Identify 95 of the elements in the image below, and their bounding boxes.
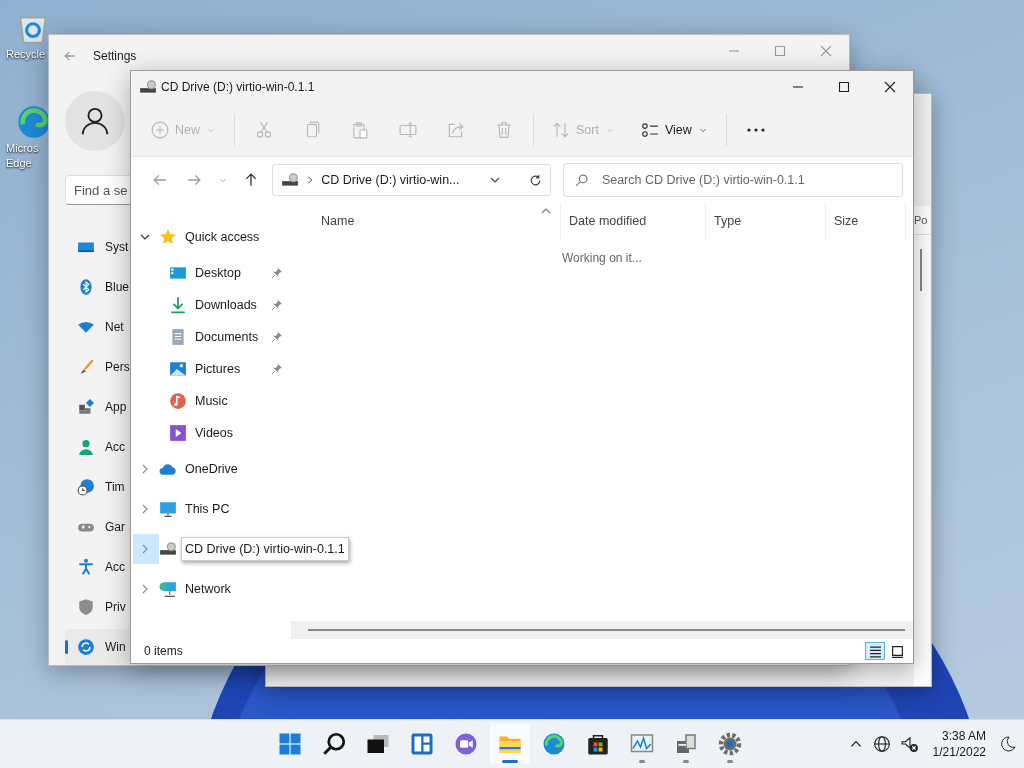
settings-nav-item[interactable]: Blue [65,269,131,305]
forward-arrow-icon [186,173,201,187]
settings-nav-item[interactable]: Win [65,629,131,665]
vertical-scrollbar[interactable] [920,249,922,291]
column-header[interactable]: Date modified [561,203,706,239]
window-title: Settings [93,49,137,63]
close-icon [884,81,896,93]
scissors-icon [255,120,273,139]
column-header[interactable]: Po [914,214,928,226]
back-arrow-icon [152,173,167,187]
computer-hardware-icon [674,732,698,756]
download-icon [169,296,187,314]
nav-tree-item[interactable]: CD Drive (D:) virtio-win-0.1.1 [131,529,351,569]
item-count: 0 items [144,644,184,658]
settings-nav-item[interactable]: Priv [65,589,131,625]
clipboard-icon [351,120,369,139]
clock[interactable]: 3:38 AM 1/21/2022 [932,728,986,760]
column-header[interactable]: Type [706,203,826,239]
settings-nav-item[interactable]: Tim [65,469,131,505]
search-field[interactable]: Search CD Drive (D:) virtio-win-0.1.1 [562,163,903,197]
column-header[interactable]: Size [826,203,906,239]
trash-icon [495,120,513,139]
more-icon [746,126,765,133]
desktop-icon [169,264,187,282]
up-arrow-icon [244,173,259,187]
music-icon [169,392,187,410]
pin-icon [271,331,283,343]
accessibility-icon [77,558,95,576]
view-list-icon [640,120,659,139]
nav-tree-item[interactable]: Documents [131,321,291,353]
nav-tree-item[interactable]: Videos [131,417,291,449]
gear-icon [718,732,742,756]
monitor-icon [159,500,177,518]
speaker-muted-icon[interactable] [900,735,919,753]
disc-drive-icon [281,171,300,189]
settings-nav-item[interactable]: Gar [65,509,131,545]
horizontal-scrollbar[interactable] [308,629,905,631]
globe-icon[interactable] [872,735,891,753]
nav-tree-item[interactable]: Pictures [131,353,291,385]
loading-message: Working on it... [562,251,643,265]
plus-circle-icon [151,120,169,139]
network-icon [159,580,177,598]
search-icon [574,174,588,187]
maximize-icon [774,45,786,57]
video-icon [169,424,187,442]
pin-icon [271,299,283,311]
moon-icon[interactable] [1000,736,1016,752]
sync-icon [77,638,95,656]
sort-icon [552,120,570,139]
back-arrow-icon [63,49,77,63]
nav-tree-item[interactable]: Downloads [131,289,291,321]
address-bar[interactable]: CD Drive (D:) virtio-win... [272,164,551,196]
bluetooth-icon [77,278,95,296]
settings-nav-item[interactable]: Pers [65,349,131,385]
clock-globe-icon [77,478,95,496]
settings-nav-item[interactable]: Syst [65,229,131,265]
details-view-button[interactable] [865,642,885,660]
close-icon [820,45,832,57]
column-header[interactable]: Name [291,203,561,239]
pin-icon [271,267,283,279]
refresh-icon [528,173,542,187]
pin-icon [271,363,283,375]
disc-drive-icon [159,540,177,558]
nav-tree-item[interactable]: Quick access [131,217,291,257]
settings-nav-item[interactable]: Net [65,309,131,345]
nav-tree-item[interactable]: OneDrive [131,449,291,489]
picture-icon [169,360,187,378]
disc-drive-icon [139,78,157,96]
settings-nav-item[interactable]: App [65,389,131,425]
apps-icon [77,398,95,416]
widgets-icon [410,732,434,756]
view-button[interactable]: View [632,112,716,147]
document-icon [169,328,187,346]
windows-logo-icon [278,732,302,756]
nav-tree-item[interactable]: Network [131,569,291,609]
nav-tree-item[interactable]: This PC [131,489,291,529]
details-list-icon [868,644,882,658]
tiles-icon [890,644,904,658]
settings-nav-item[interactable]: Acc [65,549,131,585]
shield-icon [77,598,95,616]
search-icon [322,732,346,756]
star-icon [159,228,177,246]
task-view-icon [366,732,390,756]
store-bag-icon [586,732,610,756]
edge-icon [542,732,566,756]
settings-nav-item[interactable]: Acc [65,429,131,465]
search-field[interactable]: Find a se [65,175,131,205]
window-title: CD Drive (D:) virtio-win-0.1.1 [161,80,315,94]
nav-tree-item[interactable]: Desktop [131,257,291,289]
rename-icon [399,120,417,139]
share-icon [447,120,465,139]
chat-icon [454,732,478,756]
person-icon [77,438,95,456]
maximize-icon [838,81,850,93]
nav-tree-item[interactable]: Music [131,385,291,417]
